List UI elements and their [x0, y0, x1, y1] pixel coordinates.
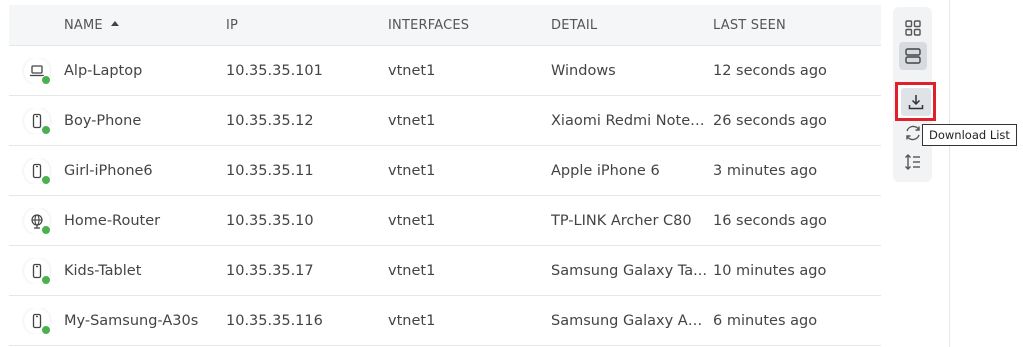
devices-table: NAME IP INTERFACES DETAIL LAST SEEN Alp-…	[9, 5, 881, 346]
device-detail: Windows	[551, 62, 616, 79]
device-ip: 10.35.35.17	[226, 262, 314, 279]
laptop-icon	[23, 57, 51, 84]
phone-icon	[23, 107, 51, 134]
sort-ascending-icon	[110, 20, 119, 26]
device-name: Kids-Tablet	[64, 262, 142, 279]
phone-icon	[23, 257, 51, 284]
phone-icon	[23, 157, 51, 184]
table-row[interactable]: Kids-Tablet 10.35.35.17 vtnet1 Samsung Gala…	[9, 246, 881, 296]
panel-divider	[949, 0, 950, 347]
table-row[interactable]: Alp-Laptop 10.35.35.101 vtnet1 Windows 12 se…	[9, 46, 881, 96]
device-icon-cell	[9, 207, 64, 234]
device-icon-cell	[9, 157, 64, 184]
sort-lines-icon	[905, 154, 920, 170]
download-list-tooltip: Download List	[922, 124, 1017, 146]
device-interface: vtnet1	[388, 262, 436, 279]
device-detail: Samsung Galaxy Ta...	[551, 262, 707, 279]
sort-order-button[interactable]	[899, 148, 927, 176]
column-header-name-label: NAME	[64, 17, 103, 33]
device-icon-cell	[9, 57, 64, 84]
grid-view-button[interactable]	[899, 14, 927, 42]
status-online-dot	[40, 274, 51, 284]
table-row[interactable]: Boy-Phone 10.35.35.12 vtnet1 Xiaomi Redmi N…	[9, 96, 881, 146]
table-body: Alp-Laptop 10.35.35.101 vtnet1 Windows 12 se…	[9, 46, 881, 346]
device-last-seen: 3 minutes ago	[713, 162, 818, 179]
device-interface: vtnet1	[388, 162, 436, 179]
grid-view-icon	[905, 20, 921, 36]
status-online-dot	[40, 74, 51, 84]
device-last-seen: 10 minutes ago	[713, 262, 827, 279]
device-icon-cell	[9, 307, 64, 334]
device-last-seen: 16 seconds ago	[713, 212, 827, 229]
download-list-button[interactable]	[900, 87, 931, 116]
globe-icon	[23, 207, 51, 234]
status-online-dot	[40, 224, 51, 234]
table-row[interactable]: Home-Router 10.35.35.10 vtnet1 TP-LINK Arch…	[9, 196, 881, 246]
table-row[interactable]: Girl-iPhone6 10.35.35.11 vtnet1 Apple iPhon…	[9, 146, 881, 196]
device-name: Alp-Laptop	[64, 62, 143, 79]
status-online-dot	[40, 174, 51, 184]
column-header-detail[interactable]: DETAIL	[551, 18, 713, 33]
device-ip: 10.35.35.101	[226, 62, 323, 79]
device-interface: vtnet1	[388, 212, 436, 229]
device-name: My-Samsung-A30s	[64, 312, 199, 329]
table-header: NAME IP INTERFACES DETAIL LAST SEEN	[9, 5, 881, 46]
device-icon-cell	[9, 107, 64, 134]
download-list-highlight	[895, 82, 936, 121]
device-name: Home-Router	[64, 212, 161, 229]
device-detail: Xiaomi Redmi Note ...	[551, 112, 709, 129]
device-last-seen: 26 seconds ago	[713, 112, 827, 129]
download-icon	[908, 94, 923, 109]
device-detail: Samsung Galaxy A3...	[551, 312, 711, 329]
column-header-last-seen[interactable]: LAST SEEN	[713, 18, 881, 33]
device-ip: 10.35.35.116	[226, 312, 323, 329]
device-interface: vtnet1	[388, 312, 436, 329]
column-header-ip[interactable]: IP	[226, 18, 388, 33]
list-view-button[interactable]	[899, 42, 927, 70]
device-last-seen: 6 minutes ago	[713, 312, 818, 329]
device-ip: 10.35.35.12	[226, 112, 314, 129]
device-icon-cell	[9, 257, 64, 284]
refresh-icon	[906, 125, 920, 141]
device-interface: vtnet1	[388, 112, 436, 129]
device-detail: TP-LINK Archer C80	[551, 212, 692, 229]
device-name: Girl-iPhone6	[64, 162, 153, 179]
device-last-seen: 12 seconds ago	[713, 62, 827, 79]
device-detail: Apple iPhone 6	[551, 162, 660, 179]
list-view-icon	[905, 48, 921, 64]
device-name: Boy-Phone	[64, 112, 142, 129]
device-ip: 10.35.35.11	[226, 162, 314, 179]
table-row[interactable]: My-Samsung-A30s 10.35.35.116 vtnet1 Samsung…	[9, 296, 881, 346]
column-header-interfaces[interactable]: INTERFACES	[388, 18, 551, 33]
device-ip: 10.35.35.10	[226, 212, 314, 229]
column-header-name[interactable]: NAME	[64, 18, 226, 33]
status-online-dot	[40, 124, 51, 134]
status-online-dot	[40, 324, 51, 334]
phone-icon	[23, 307, 51, 334]
device-interface: vtnet1	[388, 62, 436, 79]
